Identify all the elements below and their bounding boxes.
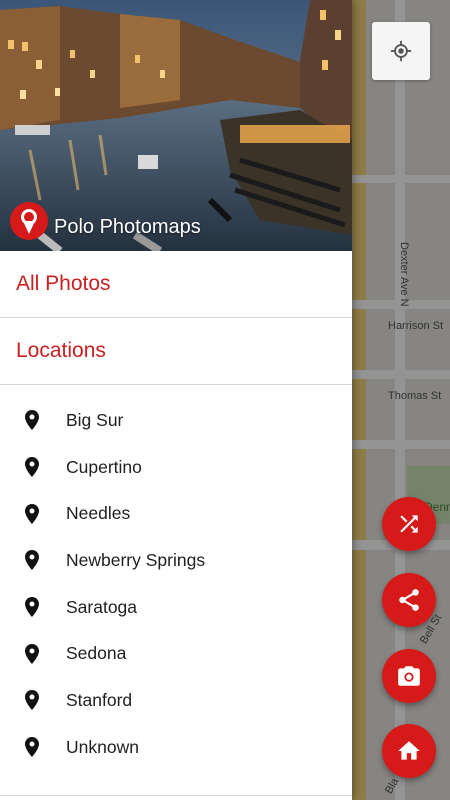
my-location-icon — [390, 40, 412, 62]
home-icon — [398, 741, 420, 760]
location-item[interactable]: Big Sur — [0, 397, 352, 444]
map-pin-icon — [25, 550, 39, 571]
map-pin-icon — [25, 457, 39, 478]
location-label: Cupertino — [66, 456, 142, 477]
location-item[interactable]: Needles — [0, 490, 352, 537]
shuffle-button[interactable] — [382, 497, 436, 551]
app-logo-icon — [10, 202, 48, 240]
drawer-header: Polo Photomaps — [0, 0, 352, 251]
nav-item-all-photos[interactable]: All Photos — [0, 251, 352, 318]
location-item[interactable]: Stanford — [0, 677, 352, 724]
nav-item-label: All Photos — [16, 272, 111, 295]
app-name: Polo Photomaps — [54, 216, 201, 238]
map-pin-icon — [25, 643, 39, 664]
nav-item-locations[interactable]: Locations — [0, 318, 352, 385]
location-label: Needles — [66, 503, 131, 524]
camera-icon — [398, 666, 420, 686]
location-label: Unknown — [66, 736, 139, 757]
my-location-button[interactable] — [372, 22, 430, 80]
map-pin-icon — [25, 410, 39, 431]
camera-button[interactable] — [382, 649, 436, 703]
location-label: Newberry Springs — [66, 549, 206, 570]
map-pin-icon — [25, 690, 39, 711]
map-pin-icon — [25, 737, 39, 758]
location-label: Big Sur — [66, 409, 124, 430]
location-item[interactable]: Newberry Springs — [0, 537, 352, 584]
locations-list: Big Sur Cupertino Needles Newberry Sprin… — [0, 385, 352, 771]
navigation-drawer: Polo Photomaps All Photos Locations Big … — [0, 0, 352, 800]
location-item[interactable]: Cupertino — [0, 444, 352, 491]
location-item[interactable]: Sedona — [0, 630, 352, 677]
location-label: Stanford — [66, 689, 133, 710]
shuffle-icon — [400, 515, 418, 533]
share-button[interactable] — [382, 573, 436, 627]
location-label: Saratoga — [66, 596, 138, 617]
map-pin-icon — [25, 503, 39, 524]
header-photo — [0, 0, 352, 251]
nav-item-label: Locations — [16, 339, 106, 362]
home-button[interactable] — [382, 724, 436, 778]
location-item[interactable]: Saratoga — [0, 584, 352, 631]
location-label: Sedona — [66, 643, 127, 664]
location-item[interactable]: Unknown — [0, 724, 352, 771]
drawer-divider — [0, 795, 352, 796]
map-pin-icon — [25, 597, 39, 618]
share-icon — [399, 589, 419, 611]
